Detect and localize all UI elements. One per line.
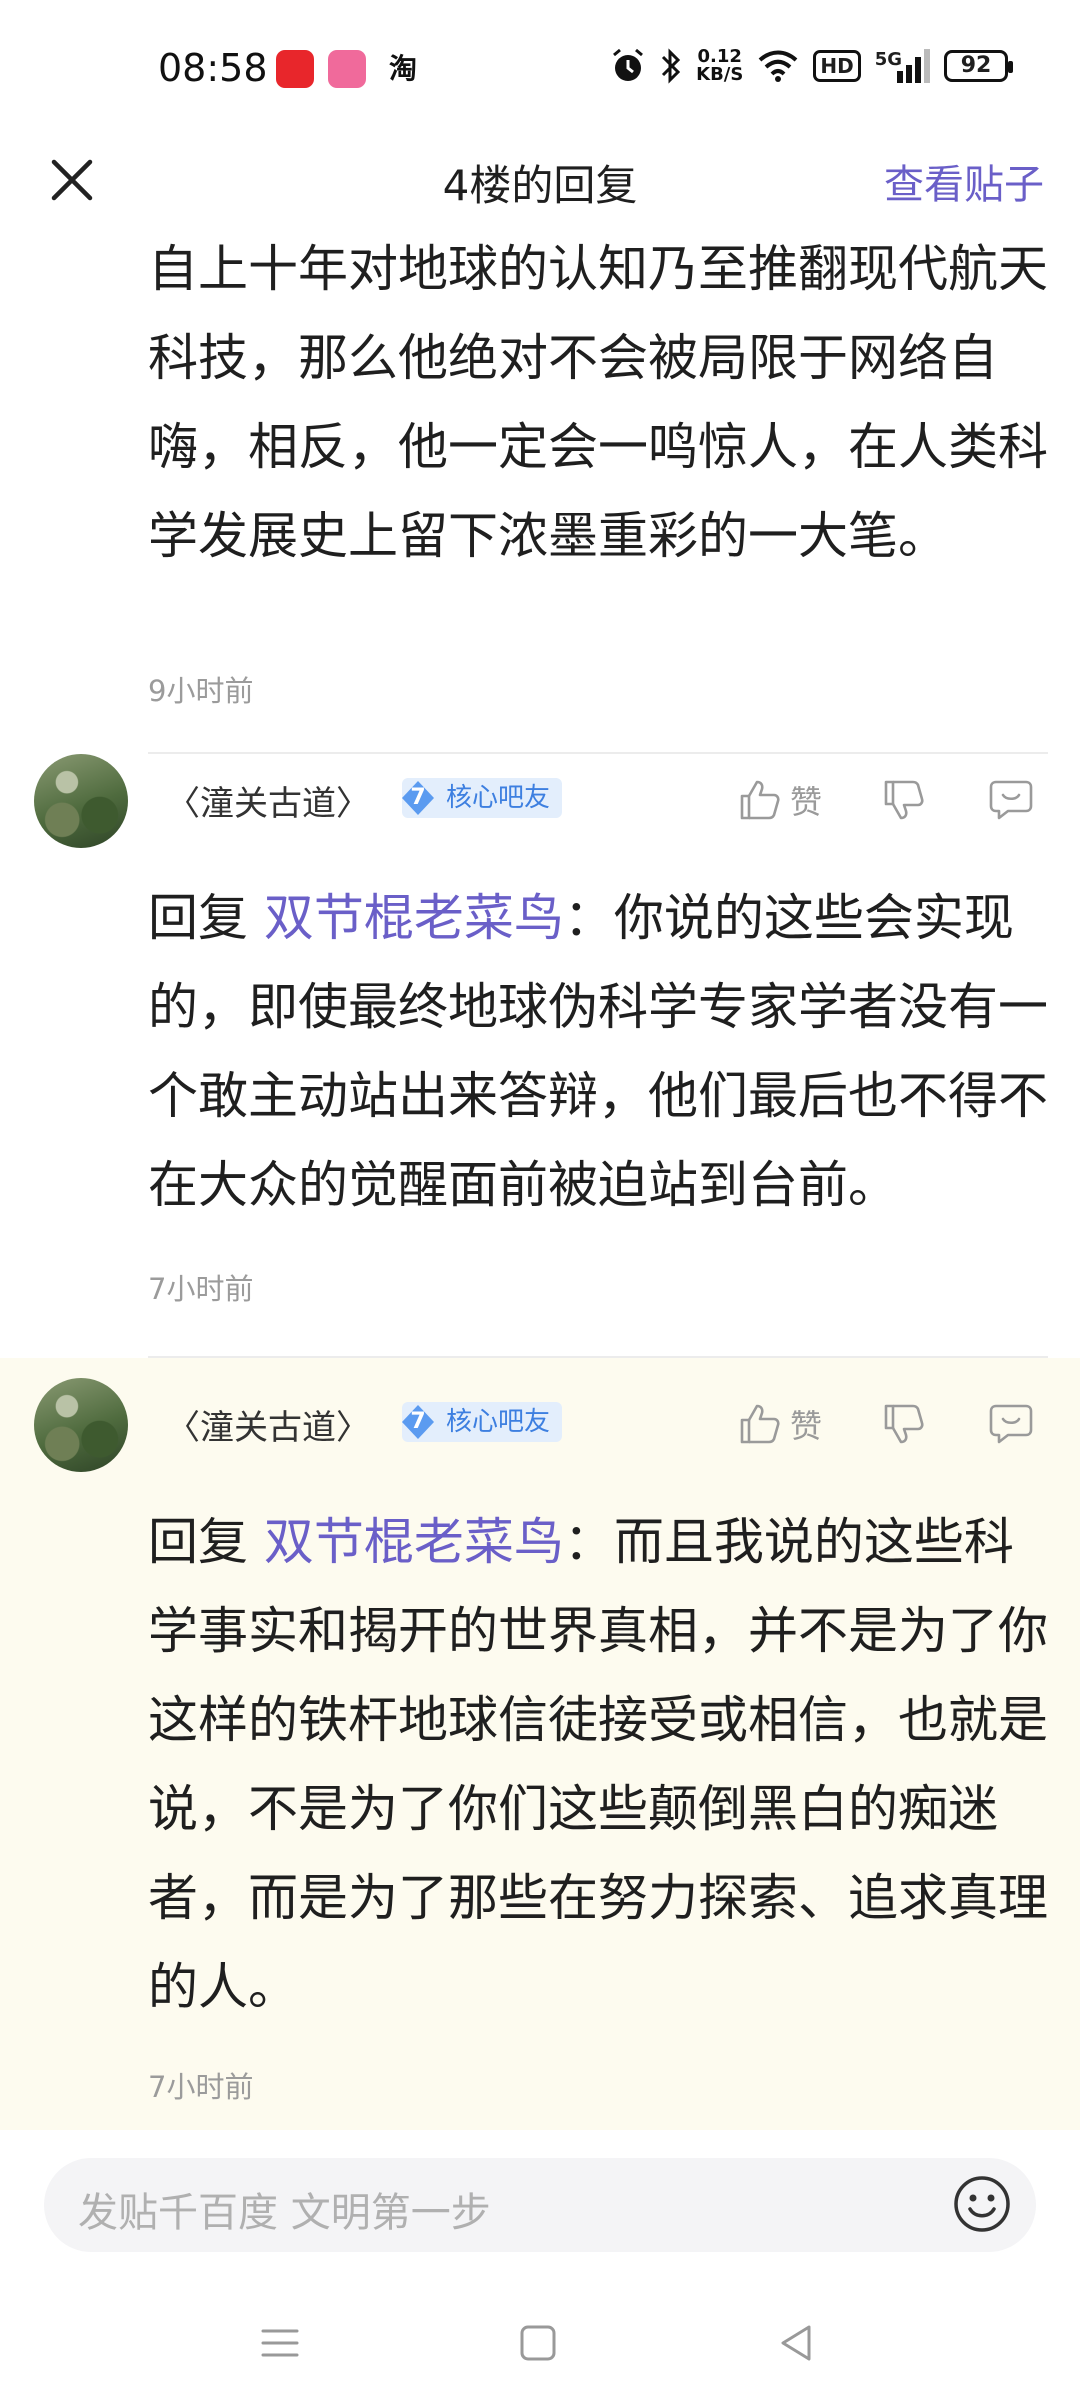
wifi-icon xyxy=(758,50,798,82)
top-header: 4楼的回复 查看贴子 xyxy=(0,130,1080,230)
thumbs-up-icon xyxy=(740,1404,780,1444)
reply-text: 回复 双节棍老菜鸟：你说的这些会实现的，即使最终地球伪科学专家学者没有一个敢主动… xyxy=(148,889,1048,1214)
like-label: 赞 xyxy=(790,1407,823,1445)
status-time: 08:58 xyxy=(158,46,268,90)
parent-post-text: 自上十年对地球的认知乃至推翻现代航天科技，那么他绝对不会被局限于网络自嗨，相反，… xyxy=(148,240,1048,565)
reply-time: 7小时前 xyxy=(148,1272,254,1306)
comment-bubble-icon xyxy=(989,780,1033,820)
username[interactable]: 〈潼关古道〉 xyxy=(166,1400,370,1449)
smiley-icon xyxy=(954,2176,1010,2232)
like-button[interactable]: 赞 xyxy=(738,772,822,828)
menu-nav-button[interactable] xyxy=(255,2318,305,2368)
comment-button[interactable] xyxy=(988,1396,1034,1452)
member-badge[interactable]: 7 核心吧友 xyxy=(402,778,563,818)
like-button[interactable]: 赞 xyxy=(738,1396,822,1452)
level-badge-icon: 7 xyxy=(398,1402,438,1442)
mention-link[interactable]: 双节棍老菜鸟 xyxy=(264,889,564,947)
status-indicators: 0.12 KB/S HD 5G 92 xyxy=(610,44,1013,88)
thumbs-down-icon xyxy=(884,780,924,820)
avatar[interactable] xyxy=(34,1378,128,1472)
level-badge-icon: 7 xyxy=(398,778,438,818)
dislike-button[interactable] xyxy=(882,1396,926,1452)
signal-icon: 5G xyxy=(875,49,930,83)
comment-button[interactable] xyxy=(988,772,1034,828)
status-bar: 08:58 淘 0.12 KB/S HD 5G 92 xyxy=(0,0,1080,130)
system-nav-bar xyxy=(0,2300,1080,2400)
reply-input-placeholder: 发贴千百度 文明第一步 xyxy=(78,2190,491,2236)
thumbs-up-icon xyxy=(740,780,780,820)
username[interactable]: 〈潼关古道〉 xyxy=(166,776,370,825)
reply-time: 7小时前 xyxy=(148,2070,254,2104)
badge-label: 核心吧友 xyxy=(446,1407,551,1437)
reply-item-highlighted: 〈潼关古道〉 7 核心吧友 赞 回复 双节棍老菜鸟：而且我说的这些科学事实和揭开… xyxy=(0,1358,1080,2138)
badge-label: 核心吧友 xyxy=(446,783,551,813)
view-post-link[interactable]: 查看贴子 xyxy=(884,152,1044,210)
comment-bubble-icon xyxy=(989,1404,1033,1444)
reply-text: 回复 双节棍老菜鸟：而且我说的这些科学事实和揭开的世界真相，并不是为了你这样的铁… xyxy=(148,1513,1048,2016)
thumbs-down-icon xyxy=(884,1404,924,1444)
back-nav-button[interactable] xyxy=(771,2318,821,2368)
mention-link[interactable]: 双节棍老菜鸟 xyxy=(264,1513,564,1571)
battery-icon: 92 xyxy=(944,50,1013,82)
home-square-icon xyxy=(520,2325,556,2361)
back-triangle-icon xyxy=(781,2325,811,2361)
emoji-button[interactable] xyxy=(952,2174,1012,2234)
network-speed: 0.12 KB/S xyxy=(696,46,744,85)
member-badge[interactable]: 7 核心吧友 xyxy=(402,1402,563,1442)
screen: 自上十年对地球的认知乃至推翻现代航天科技，那么他绝对不会被局限于网络自嗨，相反，… xyxy=(0,0,1080,2400)
home-nav-button[interactable] xyxy=(513,2318,563,2368)
alarm-icon xyxy=(613,48,644,81)
hd-indicator: HD xyxy=(813,50,861,82)
bluetooth-icon xyxy=(662,48,681,84)
reply-input[interactable]: 发贴千百度 文明第一步 xyxy=(44,2158,1036,2252)
like-label: 赞 xyxy=(790,783,823,821)
parent-post-time: 9小时前 xyxy=(148,674,254,708)
xiaohongshu-icon xyxy=(276,50,314,88)
avatar[interactable] xyxy=(34,754,128,848)
taobao-icon: 淘 xyxy=(388,52,417,85)
bilibili-icon xyxy=(328,50,366,88)
menu-icon xyxy=(261,2329,299,2357)
dislike-button[interactable] xyxy=(882,772,926,828)
bottom-bar: 发贴千百度 文明第一步 xyxy=(0,2130,1080,2400)
reply-item: 〈潼关古道〉 7 核心吧友 赞 回复 双节棍老菜鸟：你说的这些会实现的，即使最终… xyxy=(0,754,1080,1358)
